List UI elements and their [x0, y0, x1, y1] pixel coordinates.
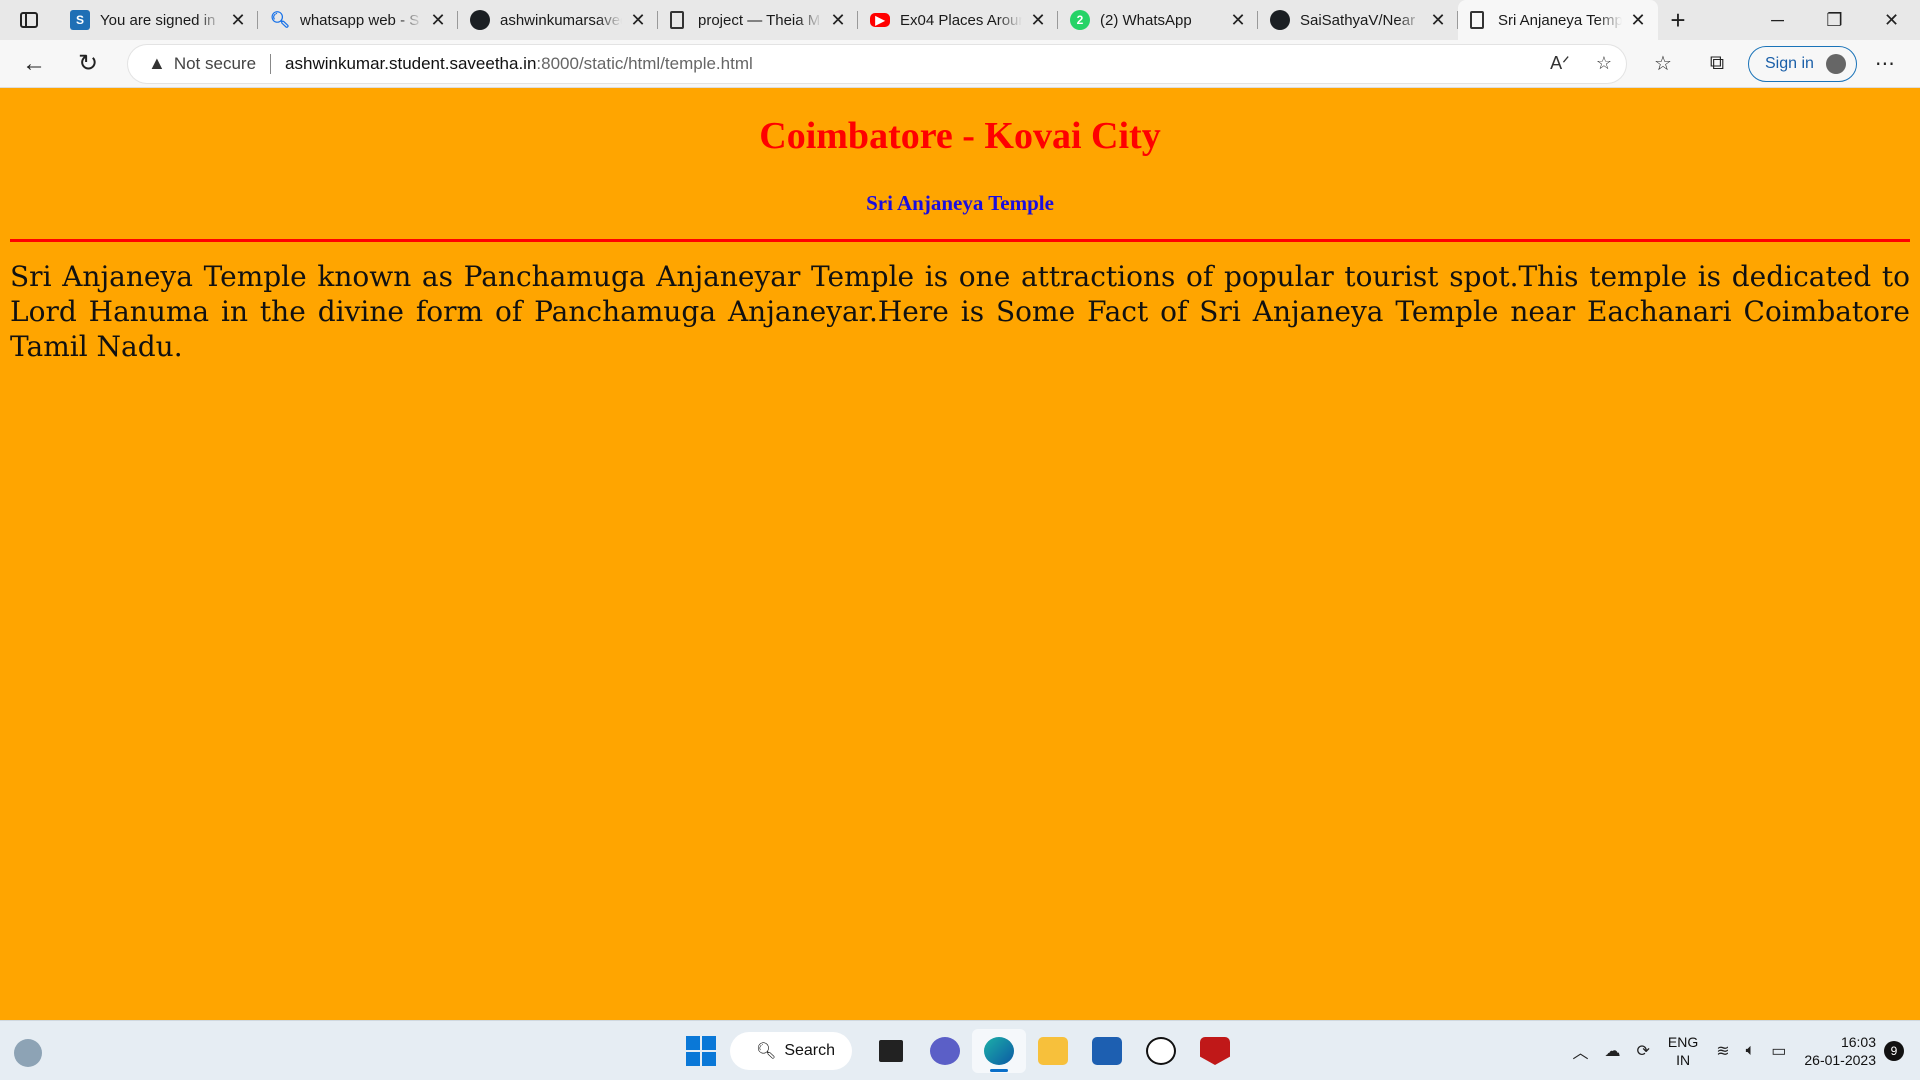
date: 26-01-2023: [1804, 1052, 1876, 1068]
search-icon: 🔍︎: [269, 12, 291, 29]
refresh-icon[interactable]: ↻: [66, 44, 110, 84]
sync-icon[interactable]: ⟳: [1636, 1041, 1649, 1061]
web-page: Coimbatore - Kovai City Sri Anjaneya Tem…: [0, 89, 1920, 1019]
sign-in-button[interactable]: Sign in: [1748, 45, 1857, 82]
sign-in-label: Sign in: [1765, 54, 1814, 72]
horizontal-rule: [10, 239, 1910, 242]
address-bar-actions: Aᐟ ☆: [1538, 53, 1626, 74]
window-controls: ─ ❐ ✕: [1749, 0, 1920, 40]
store-button[interactable]: [1080, 1029, 1134, 1073]
edge-icon: [984, 1037, 1014, 1065]
url-host[interactable]: ashwinkumar.student.saveetha.in: [285, 54, 536, 74]
folder-icon: [1038, 1037, 1068, 1065]
taskbar-search[interactable]: 🔍︎ Search: [730, 1032, 852, 1070]
close-icon[interactable]: ✕: [228, 10, 248, 31]
tab-title: You are signed in: [100, 11, 216, 29]
volume-muted-icon[interactable]: 🔈︎: [1746, 1042, 1756, 1060]
mcafee-button[interactable]: [1188, 1029, 1242, 1073]
close-icon[interactable]: ✕: [428, 10, 448, 31]
task-view-button[interactable]: [864, 1029, 918, 1073]
tab-actions-icon: [20, 12, 38, 28]
close-icon[interactable]: ✕: [1428, 10, 1448, 31]
tab-7-active[interactable]: Sri Anjaneya Temp ✕: [1458, 0, 1658, 40]
tab-title: ashwinkumarsaved: [500, 11, 622, 29]
tab-1[interactable]: 🔍︎ whatsapp web - S ✕: [258, 0, 458, 40]
task-view-icon: [879, 1040, 903, 1062]
new-tab-button[interactable]: +: [1658, 0, 1698, 40]
close-icon[interactable]: ✕: [828, 10, 848, 31]
tab-2[interactable]: ashwinkumarsaved ✕: [458, 0, 658, 40]
region-code: IN: [1676, 1052, 1691, 1068]
back-arrow-icon[interactable]: ←: [12, 44, 56, 84]
taskbar-apps: 🔍︎ Search: [682, 1029, 1242, 1073]
lang-code: ENG: [1667, 1034, 1699, 1050]
tab-title: Ex04 Places Aroun: [900, 11, 1022, 29]
dell-button[interactable]: [1134, 1029, 1188, 1073]
collections-icon[interactable]: ⧉: [1690, 52, 1744, 75]
battery-icon[interactable]: ▭: [1771, 1041, 1786, 1061]
browser-toolbar: ← ↻ ▲ Not secure ashwinkumar.student.sav…: [0, 40, 1920, 88]
page-paragraph: Sri Anjaneya Temple known as Panchamuga …: [10, 260, 1910, 363]
clock[interactable]: 16:03 26-01-2023: [1804, 1033, 1876, 1069]
file-explorer-button[interactable]: [1026, 1029, 1080, 1073]
tab-actions-button[interactable]: [0, 0, 58, 40]
tab-strip: S You are signed in ✕ 🔍︎ whatsapp web - …: [0, 0, 1920, 40]
profile-avatar-icon: [1825, 53, 1846, 74]
time: 16:03: [1840, 1034, 1876, 1050]
youtube-icon: ▶: [870, 13, 890, 27]
sharepoint-icon: S: [70, 10, 90, 30]
wifi-icon[interactable]: ≋: [1716, 1041, 1729, 1061]
whatsapp-icon: 2: [1070, 10, 1090, 30]
tab-4[interactable]: ▶ Ex04 Places Aroun ✕: [858, 0, 1058, 40]
more-menu-icon[interactable]: ⋯: [1857, 51, 1913, 76]
chat-icon: [930, 1037, 960, 1065]
notification-badge[interactable]: 9: [1884, 1041, 1904, 1061]
window-close-icon[interactable]: ✕: [1863, 0, 1920, 40]
tab-title: SaiSathyaV/Near: [1300, 11, 1416, 29]
taskbar-search-label: Search: [784, 1042, 836, 1059]
chevron-up-icon[interactable]: ︿: [1572, 1039, 1588, 1063]
page-subheading: Sri Anjaneya Temple: [866, 191, 1054, 215]
taskbar: 🔍︎ Search ︿ ☁ ⟳ ENG IN ≋ 🔈︎ ▭ 16:03 26-0…: [0, 1020, 1920, 1080]
cloud-icon[interactable]: ☁: [1604, 1041, 1620, 1061]
start-button[interactable]: [686, 1036, 716, 1066]
mcafee-icon: [1200, 1037, 1230, 1065]
tab-title: project — Theia M: [698, 11, 821, 29]
read-aloud-icon[interactable]: Aᐟ: [1538, 53, 1582, 74]
not-secure-label[interactable]: Not secure: [174, 54, 256, 74]
document-icon: [670, 11, 684, 29]
restore-icon[interactable]: ❐: [1806, 0, 1863, 40]
divider: [270, 53, 272, 74]
warning-icon[interactable]: ▲: [148, 53, 166, 74]
favorites-icon[interactable]: ☆: [1636, 51, 1690, 76]
chat-button[interactable]: [918, 1029, 972, 1073]
language-indicator[interactable]: ENG IN: [1668, 1033, 1698, 1069]
document-icon: [1470, 11, 1484, 29]
github-icon: [470, 10, 490, 30]
weather-widget-icon[interactable]: [14, 1039, 42, 1067]
tab-6[interactable]: SaiSathyaV/Near ✕: [1258, 0, 1458, 40]
store-icon: [1092, 1037, 1122, 1065]
close-icon[interactable]: ✕: [1628, 10, 1648, 31]
search-icon: 🔍︎: [756, 1043, 777, 1060]
minimize-icon[interactable]: ─: [1749, 0, 1806, 40]
toolbar-actions: ☆ ⧉ Sign in ⋯: [1636, 45, 1913, 82]
page-heading: Coimbatore - Kovai City: [759, 115, 1161, 157]
close-icon[interactable]: ✕: [1028, 10, 1048, 31]
edge-button[interactable]: [972, 1029, 1026, 1073]
tab-3[interactable]: project — Theia M ✕: [658, 0, 858, 40]
tab-title: Sri Anjaneya Temp: [1498, 11, 1622, 29]
tab-5[interactable]: 2 (2) WhatsApp ✕: [1058, 0, 1258, 40]
github-icon: [1270, 10, 1290, 30]
system-tray: ︿ ☁ ⟳ ENG IN ≋ 🔈︎ ▭ 16:03 26-01-2023 9: [1564, 1021, 1920, 1080]
url-path[interactable]: :8000/static/html/temple.html: [536, 54, 752, 74]
close-icon[interactable]: ✕: [1228, 10, 1248, 31]
dell-icon: [1146, 1037, 1176, 1065]
address-bar[interactable]: ▲ Not secure ashwinkumar.student.saveeth…: [128, 44, 1626, 83]
tab-title: (2) WhatsApp: [1100, 11, 1192, 29]
tab-title: whatsapp web - S: [300, 11, 420, 29]
close-icon[interactable]: ✕: [628, 10, 648, 31]
tab-0[interactable]: S You are signed in ✕: [58, 0, 258, 40]
add-favorite-icon[interactable]: ☆: [1582, 53, 1626, 74]
